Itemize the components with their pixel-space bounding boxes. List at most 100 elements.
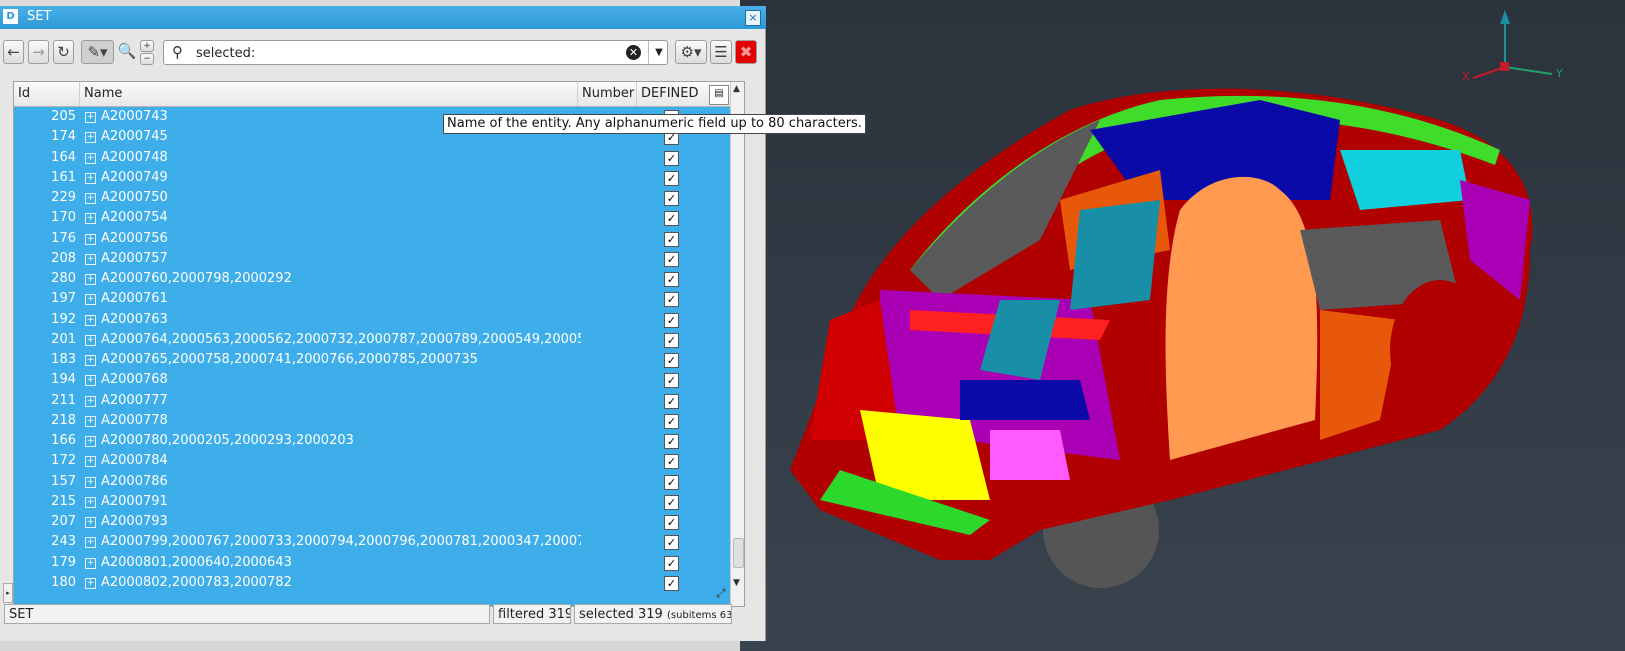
table-row[interactable]: 170 + A2000754 ✓ <box>14 208 730 228</box>
window-titlebar[interactable]: D SET × <box>0 6 766 29</box>
refresh-icon[interactable]: ↻ <box>53 40 74 64</box>
defined-checkbox[interactable]: ✓ <box>664 393 679 409</box>
column-header-name[interactable]: Name <box>80 82 578 106</box>
car-model[interactable]: Y X <box>740 0 1625 651</box>
search-field[interactable]: ⚲ ✕ ▼ <box>163 40 668 65</box>
scroll-up-icon[interactable]: ▲ <box>733 84 740 94</box>
panel-grip-icon[interactable]: ▸ <box>3 583 13 603</box>
defined-checkbox[interactable]: ✓ <box>664 575 679 591</box>
expand-plus-icon[interactable]: + <box>85 436 96 447</box>
table-row[interactable]: 172 + A2000784 ✓ <box>14 451 730 471</box>
scroll-down-icon[interactable]: ▼ <box>733 578 740 588</box>
expand-plus-icon[interactable]: + <box>85 112 96 123</box>
expand-plus-icon[interactable]: + <box>85 476 96 488</box>
highlight-pen-icon[interactable]: ✎▾ <box>81 40 114 64</box>
expand-plus-icon[interactable]: + <box>85 233 96 245</box>
defined-checkbox[interactable]: ✓ <box>664 312 679 328</box>
table-row[interactable]: 280 + A2000760,2000798,2000292 ✓ <box>14 269 730 289</box>
magnifier-icon[interactable]: 🔍 <box>117 40 137 64</box>
table-row[interactable]: 166 + A2000780,2000205,2000293,2000203 ✓ <box>14 431 730 451</box>
defined-checkbox[interactable]: ✓ <box>664 272 679 287</box>
expand-plus-icon[interactable]: + <box>85 415 96 427</box>
close-icon[interactable]: × <box>745 10 761 26</box>
clear-icon[interactable]: ✕ <box>626 45 641 60</box>
search-input[interactable] <box>194 44 618 63</box>
expand-plus-icon[interactable]: + <box>85 253 96 265</box>
table-row[interactable]: 192 + A2000763 ✓ <box>14 310 730 330</box>
defined-checkbox[interactable]: ✓ <box>664 170 679 186</box>
3d-viewport[interactable]: Y X <box>740 0 1625 651</box>
row-name: A2000786 <box>101 473 168 489</box>
defined-checkbox[interactable]: ✓ <box>664 373 679 389</box>
column-selector-icon[interactable]: ▤ <box>709 85 729 105</box>
table-row[interactable]: 183 + A2000765,2000758,2000741,2000766,200… <box>14 350 730 370</box>
table-row[interactable]: 157 + A2000786 ✓ <box>14 472 730 492</box>
expand-icon[interactable]: ⤢ <box>716 586 726 601</box>
forward-arrow-icon[interactable]: → <box>28 40 49 64</box>
defined-checkbox[interactable]: ✓ <box>664 332 679 348</box>
table-row[interactable]: 176 + A2000756 ✓ <box>14 229 730 249</box>
table-row[interactable]: 211 + A2000777 ✓ <box>14 391 730 411</box>
defined-checkbox[interactable]: ✓ <box>664 555 679 571</box>
defined-checkbox[interactable]: ✓ <box>664 434 679 449</box>
zoom-in-icon[interactable]: + <box>140 40 154 52</box>
defined-checkbox[interactable]: ✓ <box>664 150 679 166</box>
table-row[interactable]: 243 + A2000799,2000767,2000733,2000794,200… <box>14 532 730 552</box>
table-row[interactable]: 194 + A2000768 ✓ <box>14 370 730 390</box>
column-header-number[interactable]: Number <box>578 82 637 106</box>
zoom-out-icon[interactable]: − <box>140 53 154 65</box>
table-row[interactable]: 201 + A2000764,2000563,2000562,2000732,200… <box>14 330 730 350</box>
defined-checkbox[interactable]: ✓ <box>664 454 679 470</box>
table-row[interactable]: 197 + A2000761 ✓ <box>14 289 730 309</box>
expand-plus-icon[interactable]: + <box>85 152 96 164</box>
table-row[interactable]: 208 + A2000757 ✓ <box>14 249 730 269</box>
expand-plus-icon[interactable]: + <box>85 274 96 285</box>
expand-plus-icon[interactable]: + <box>85 355 96 366</box>
expand-plus-icon[interactable]: + <box>85 375 96 387</box>
table-row[interactable]: 207 + A2000793 ✓ <box>14 512 730 532</box>
column-header-defined[interactable]: DEFINED <box>637 82 709 106</box>
expand-plus-icon[interactable]: + <box>85 294 96 306</box>
table-row[interactable]: 229 + A2000750 ✓ <box>14 188 730 208</box>
expand-plus-icon[interactable]: + <box>85 537 96 549</box>
expand-plus-icon[interactable]: + <box>85 557 96 569</box>
defined-checkbox[interactable]: ✓ <box>664 474 679 490</box>
table-row[interactable]: 215 + A2000791 ✓ <box>14 492 730 512</box>
expand-plus-icon[interactable]: + <box>85 456 96 468</box>
defined-checkbox[interactable]: ✓ <box>664 231 679 247</box>
column-header-id[interactable]: Id <box>14 82 80 106</box>
scroll-thumb[interactable] <box>733 538 744 568</box>
chevron-down-icon[interactable]: ▼ <box>648 41 669 64</box>
row-id: 211 <box>51 392 76 408</box>
expand-plus-icon[interactable]: + <box>85 172 96 184</box>
expand-plus-icon[interactable]: + <box>85 496 96 508</box>
table-row[interactable]: 164 + A2000748 ✓ <box>14 148 730 168</box>
defined-checkbox[interactable]: ✓ <box>664 515 679 530</box>
defined-checkbox[interactable]: ✓ <box>664 251 679 267</box>
table-row[interactable]: 179 + A2000801,2000640,2000643 ✓ <box>14 553 730 573</box>
expand-plus-icon[interactable]: + <box>85 334 96 346</box>
expand-plus-icon[interactable]: + <box>85 517 96 528</box>
table-row[interactable]: 218 + A2000778 ✓ <box>14 411 730 431</box>
stop-icon[interactable]: ✖ <box>735 40 757 64</box>
expand-plus-icon[interactable]: + <box>85 395 96 407</box>
defined-checkbox[interactable]: ✓ <box>664 353 679 368</box>
expand-plus-icon[interactable]: + <box>85 577 96 589</box>
back-arrow-icon[interactable]: ← <box>3 40 24 64</box>
table-row[interactable]: 161 + A2000749 ✓ <box>14 168 730 188</box>
expand-plus-icon[interactable]: + <box>85 314 96 326</box>
expand-plus-icon[interactable]: + <box>85 193 96 204</box>
expand-plus-icon[interactable]: + <box>85 213 96 225</box>
table-row[interactable]: 180 + A2000802,2000783,2000782 ✓ <box>14 573 730 593</box>
gear-icon[interactable]: ⚙▾ <box>675 40 707 64</box>
list-icon[interactable]: ☰ <box>710 40 732 64</box>
vertical-scrollbar[interactable]: ▲ ▼ <box>730 82 744 606</box>
row-id: 218 <box>51 412 76 428</box>
defined-checkbox[interactable]: ✓ <box>664 413 679 429</box>
defined-checkbox[interactable]: ✓ <box>664 211 679 227</box>
defined-checkbox[interactable]: ✓ <box>664 494 679 510</box>
defined-checkbox[interactable]: ✓ <box>664 191 679 206</box>
expand-plus-icon[interactable]: + <box>85 132 96 144</box>
defined-checkbox[interactable]: ✓ <box>664 535 679 551</box>
defined-checkbox[interactable]: ✓ <box>664 292 679 308</box>
